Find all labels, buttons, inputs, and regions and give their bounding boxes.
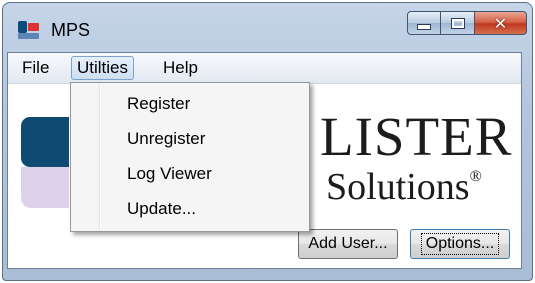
menu-utilities[interactable]: Utilties [71,56,135,80]
menu-bar: File Utilties Help [8,53,521,84]
menu-file[interactable]: File [17,56,54,80]
maximize-icon [450,17,465,29]
close-button[interactable]: ✕ [475,11,527,35]
menu-item-register[interactable]: Register [127,92,190,116]
brand-name: LISTER [320,106,513,167]
menu-help[interactable]: Help [158,56,203,80]
menu-icon-gutter [99,85,101,229]
close-icon: ✕ [493,13,508,33]
logo-dark-block [21,117,69,167]
options-button-label: Options... [420,233,500,255]
options-button[interactable]: Options... [410,229,510,259]
registered-mark: ® [469,168,482,185]
brand-tagline-text: Solutions [326,166,470,208]
title-bar[interactable]: MPS ✕ [3,3,532,57]
logo-light-block [21,167,69,208]
minimize-button[interactable] [407,11,441,35]
brand-tagline: Solutions® [326,165,482,209]
window-title: MPS [51,20,91,40]
menu-item-unregister[interactable]: Unregister [127,127,205,151]
minimize-icon [417,24,431,30]
caption-buttons: ✕ [407,11,527,35]
utilities-dropdown-menu: Register Unregister Log Viewer Update... [70,82,310,232]
app-icon[interactable] [18,21,40,39]
maximize-button[interactable] [441,11,475,35]
add-user-button[interactable]: Add User... [298,229,398,259]
menu-item-log-viewer[interactable]: Log Viewer [127,162,212,186]
menu-item-update[interactable]: Update... [127,197,196,221]
